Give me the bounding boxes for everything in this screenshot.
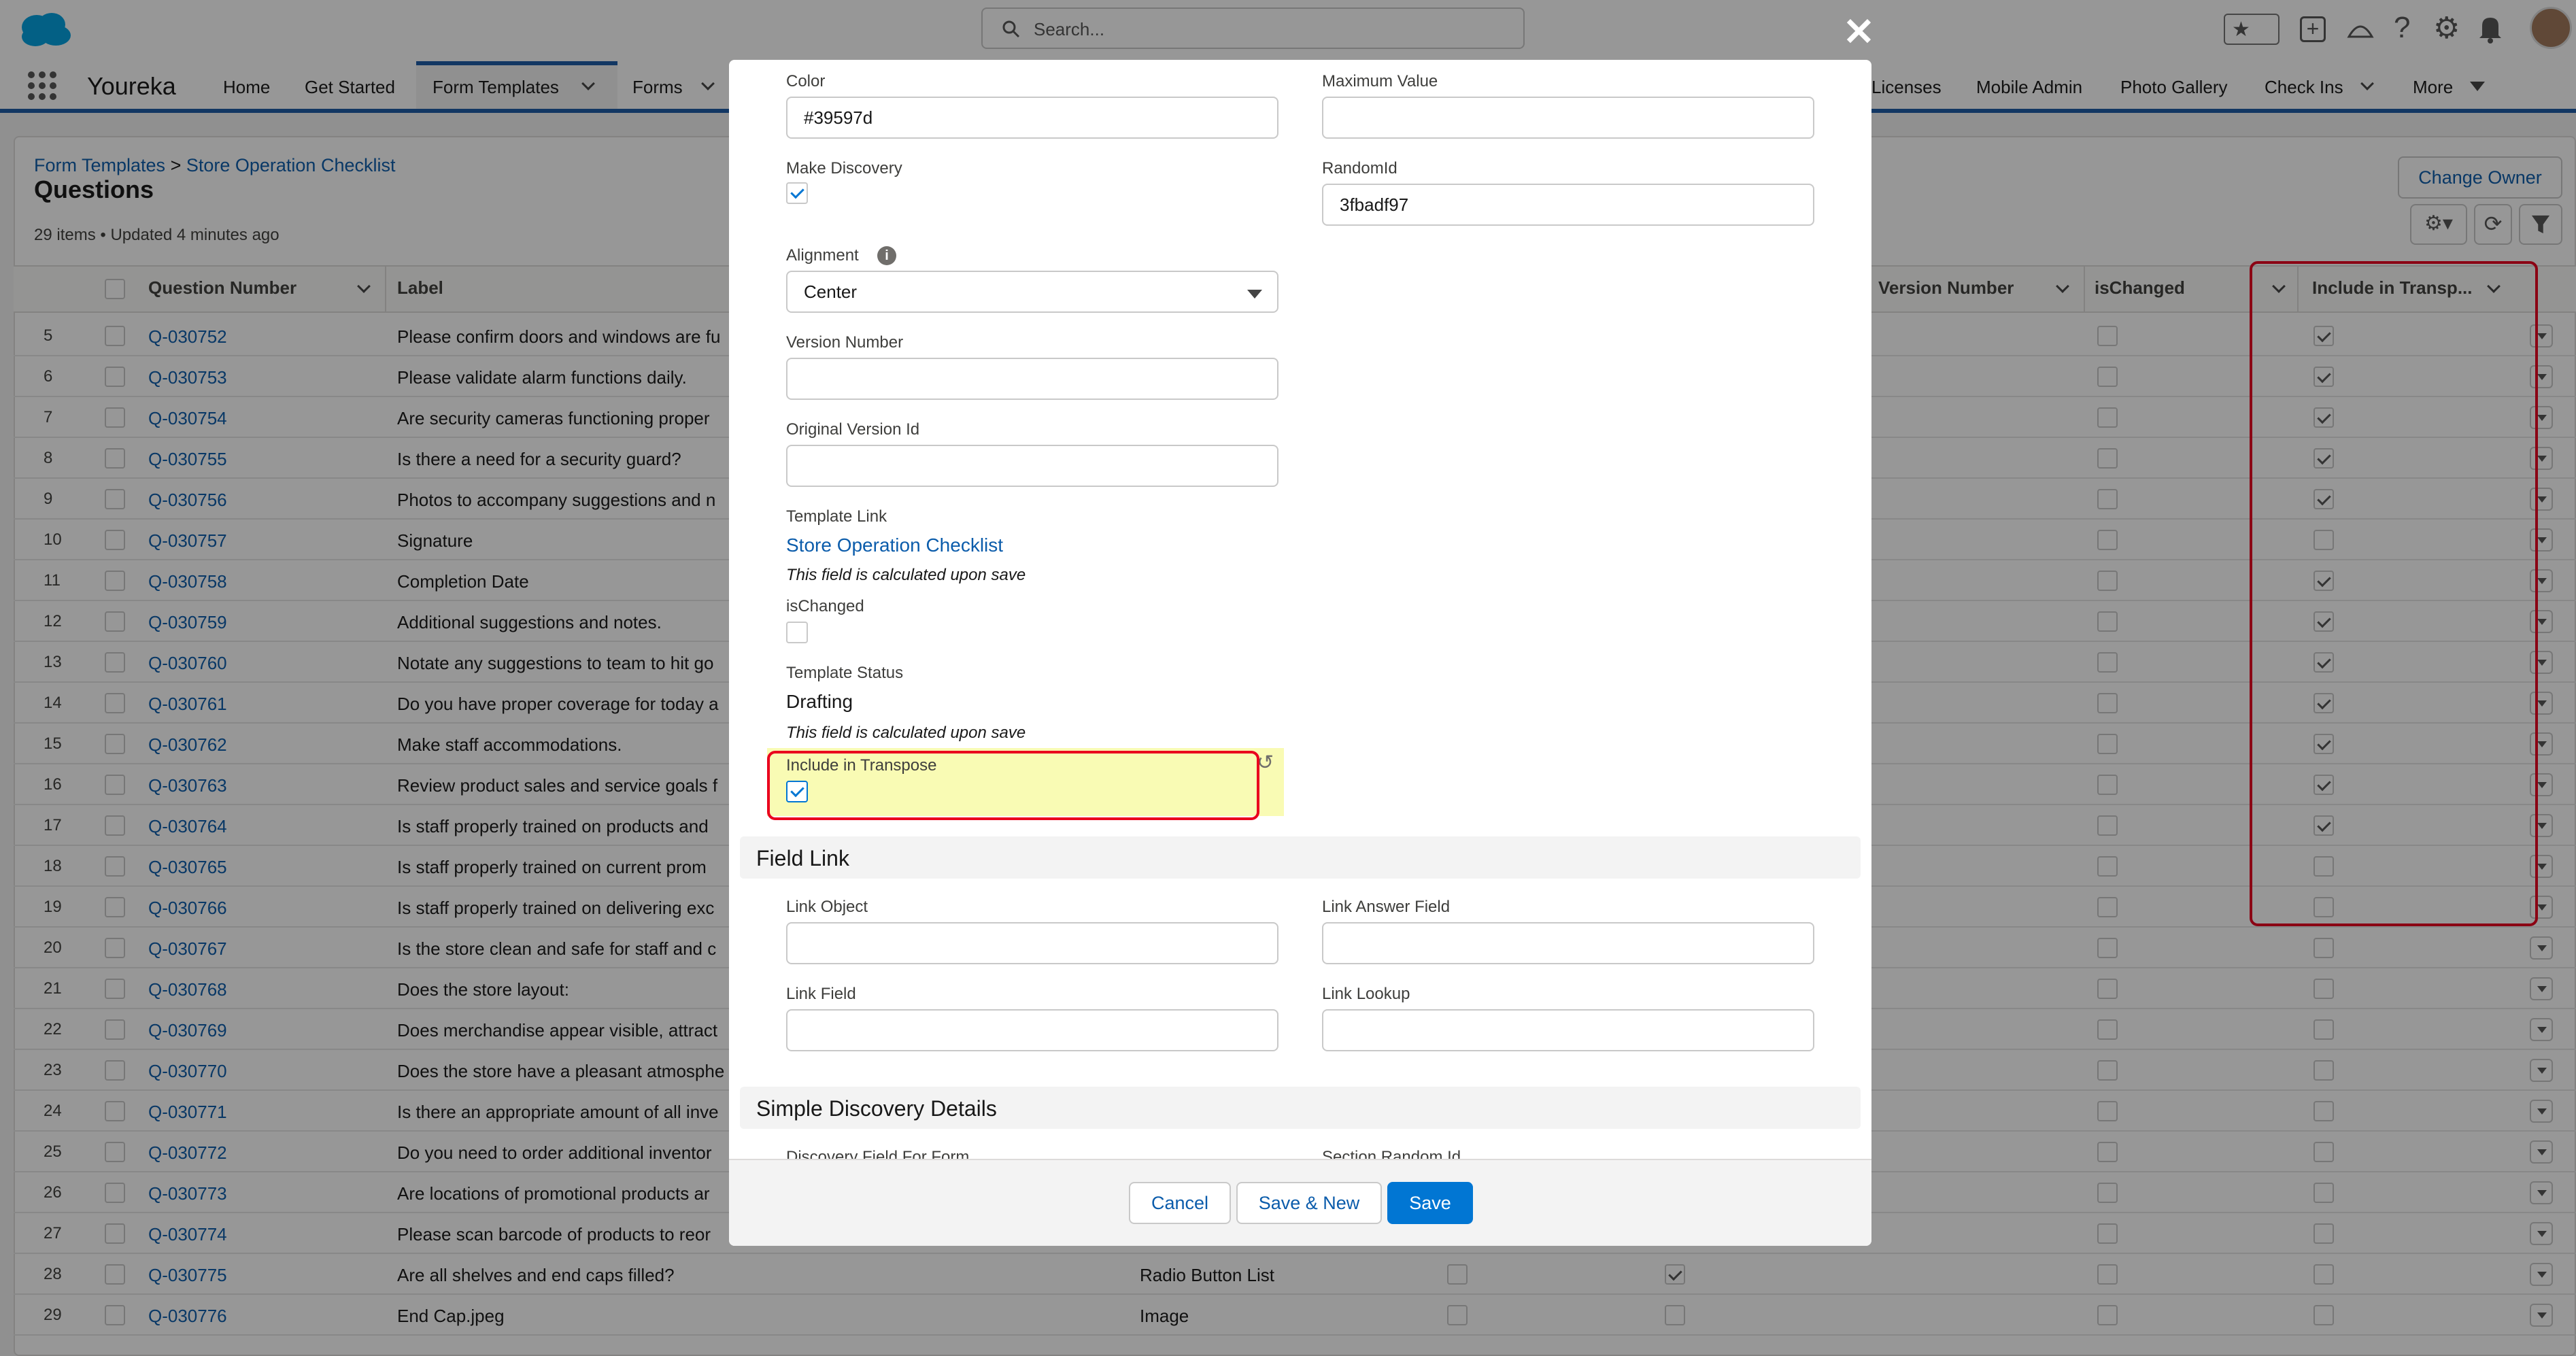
dropdown-caret-icon [1247,290,1262,299]
link-field-label: Link Field [786,985,856,1003]
make-discovery-label: Make Discovery [786,159,902,177]
template-status-label: Template Status [786,664,904,682]
alignment-label: Alignment [786,246,859,265]
color-input[interactable]: #39597d [786,97,1278,139]
randomid-label: RandomId [1322,159,1397,177]
alignment-selected-value: Center [804,282,858,302]
maximum-value-input[interactable] [1322,97,1814,139]
randomid-input[interactable]: 3fbadf97 [1322,184,1814,226]
alignment-select[interactable]: Center [786,271,1278,313]
edit-question-modal: Color #39597d Maximum Value Make Discove… [729,60,1871,1246]
simple-discovery-section-header[interactable]: Simple Discovery Details [740,1087,1861,1129]
maximum-value-label: Maximum Value [1322,72,1438,90]
link-object-label: Link Object [786,898,868,916]
template-link-label: Template Link [786,507,887,526]
original-version-id-input[interactable] [786,445,1278,487]
simple-discovery-section-title: Simple Discovery Details [756,1096,997,1121]
make-discovery-checkbox[interactable] [786,182,808,204]
version-number-input[interactable] [786,358,1278,400]
template-link-calc-note: This field is calculated upon save [786,566,1026,584]
original-version-id-label: Original Version Id [786,420,920,439]
info-icon[interactable]: i [877,246,896,265]
cancel-button[interactable]: Cancel [1129,1182,1231,1224]
link-answer-field-input[interactable] [1322,922,1814,964]
save-button[interactable]: Save [1387,1182,1473,1224]
link-answer-field-label: Link Answer Field [1322,898,1451,916]
template-status-value: Drafting [786,691,853,712]
version-number-label: Version Number [786,333,904,352]
ischanged-label: isChanged [786,597,864,615]
field-link-section-header[interactable]: Field Link [740,836,1861,879]
template-status-calc-note: This field is calculated upon save [786,724,1026,742]
field-link-section-title: Field Link [756,846,849,870]
annotation-highlight-field [767,751,1259,820]
link-field-input[interactable] [786,1009,1278,1051]
ischanged-checkbox[interactable] [786,622,808,643]
link-lookup-label: Link Lookup [1322,985,1410,1003]
link-lookup-input[interactable] [1322,1009,1814,1051]
color-label: Color [786,72,826,90]
modal-close-icon[interactable]: ✕ [1843,10,1875,54]
template-link-value[interactable]: Store Operation Checklist [786,535,1003,556]
save-and-new-button[interactable]: Save & New [1236,1182,1382,1224]
link-object-input[interactable] [786,922,1278,964]
